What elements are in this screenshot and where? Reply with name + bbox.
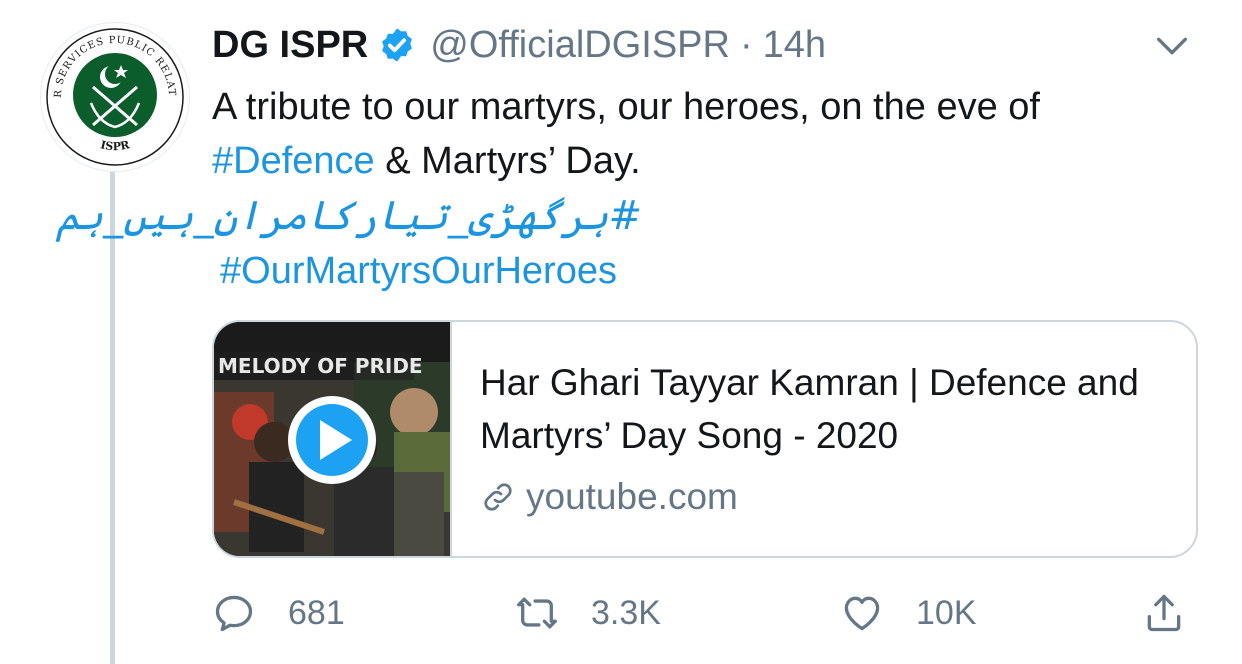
card-title: Har Ghari Tayyar Kamran | Defence and Ma…	[480, 362, 1139, 456]
reply-button[interactable]: 681	[212, 585, 345, 641]
hashtag-heroes-link[interactable]: #OurMartyrsOurHeroes	[220, 244, 1202, 298]
verified-badge-icon	[382, 28, 413, 62]
chevron-down-icon[interactable]	[1152, 26, 1192, 66]
display-name[interactable]: DG ISPR	[212, 24, 368, 67]
heart-icon	[844, 596, 880, 631]
card-body: Har Ghari Tayyar Kamran | Defence and Ma…	[452, 322, 1196, 556]
retweet-button[interactable]: 3.3K	[515, 585, 661, 641]
like-count: 10K	[916, 593, 977, 632]
share-button[interactable]	[1142, 585, 1186, 641]
ispr-logo-icon: INTER SERVICES PUBLIC RELATIONS ISPR	[41, 23, 187, 169]
tweet-text: A tribute to our martyrs, our heroes, on…	[56, 80, 1202, 298]
thumbnail-image: MELODY OF PRIDE	[214, 322, 450, 556]
user-handle[interactable]: @OfficialDGISPR	[430, 24, 730, 67]
tweet-timestamp[interactable]: 14h	[763, 24, 826, 67]
avatar[interactable]: INTER SERVICES PUBLIC RELATIONS ISPR	[40, 22, 190, 172]
retweet-count: 3.3K	[591, 593, 661, 632]
hashtag-defence-link[interactable]: #Defence	[212, 140, 375, 182]
tweet-text-line: A tribute to our martyrs, our heroes, on…	[212, 86, 1040, 128]
card-domain: youtube.com	[480, 476, 1168, 518]
link-icon	[484, 483, 512, 511]
tweet-text-line-2: #Defence & Martyrs’ Day.	[212, 134, 1202, 188]
thread-line	[110, 170, 115, 664]
tweet-actions: 681 3.3K 10K	[212, 585, 1202, 641]
share-icon	[1147, 594, 1181, 632]
like-button[interactable]: 10K	[840, 585, 977, 641]
card-domain-text: youtube.com	[526, 476, 738, 517]
play-icon[interactable]	[288, 396, 376, 484]
retweet-icon	[517, 597, 557, 629]
tweet-text-fragment: & Martyrs’ Day.	[374, 140, 641, 182]
logo-ring-text-bottom: ISPR	[99, 138, 131, 153]
svg-text:ISPR: ISPR	[99, 138, 131, 153]
reply-icon	[215, 595, 253, 632]
link-preview-card[interactable]: MELODY OF PRIDE Har Ghari Tayyar Kamran …	[212, 320, 1198, 558]
reply-count: 681	[288, 593, 345, 632]
tweet-header: DG ISPR @OfficialDGISPR · 14h	[212, 18, 826, 72]
header-separator: ·	[739, 23, 753, 66]
video-thumbnail[interactable]: MELODY OF PRIDE	[214, 322, 452, 556]
thumbnail-banner-text: MELODY OF PRIDE	[218, 354, 423, 378]
hashtag-urdu-link[interactable]: #ہرگھڑی_تیارکامران_ہیں_ہم	[56, 188, 642, 244]
